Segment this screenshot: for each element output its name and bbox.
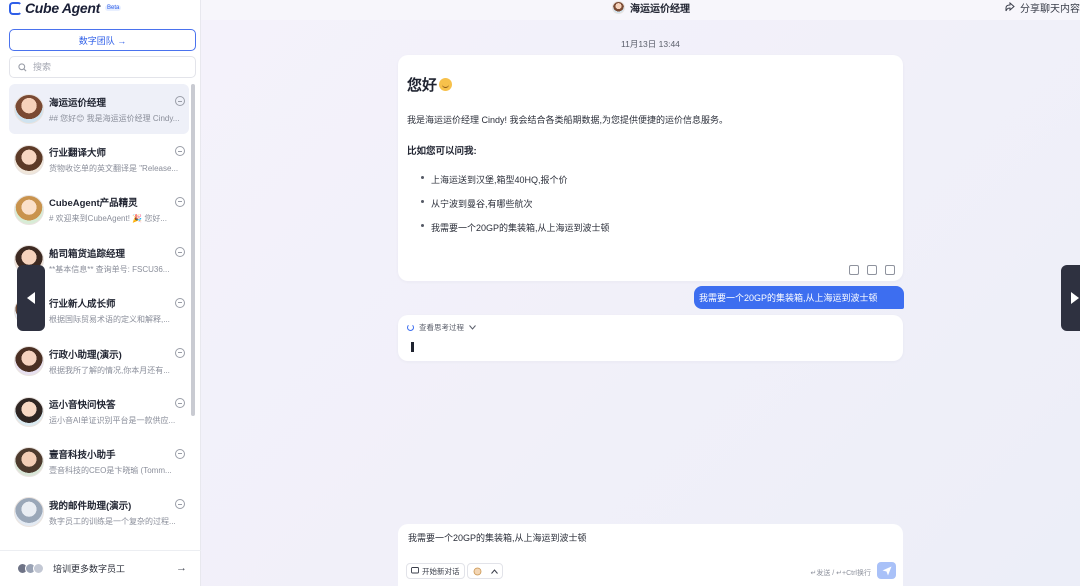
more-icon[interactable] xyxy=(175,448,185,459)
avatar xyxy=(14,346,44,377)
agent-name: 壹音科技小助手 xyxy=(49,450,116,462)
next-page-button[interactable] xyxy=(1061,265,1080,331)
agent-item[interactable]: 我的邮件助理(演示) 数字员工的训练是一个复杂的过程... xyxy=(9,487,189,537)
message-input[interactable]: 我需要一个20GP的集装箱,从上海运到波士顿 xyxy=(408,531,587,544)
digital-team-label: 数字团队 → xyxy=(78,35,127,46)
agent-avatar-stack xyxy=(17,563,44,574)
assistant-welcome-message: 您好 我是海运运价经理 Cindy! 我会结合各类船期数据,为您提供便捷的运价信… xyxy=(398,55,903,281)
message-actions xyxy=(849,265,895,275)
agent-preview: **基本信息** 查询单号: FSCU36... xyxy=(49,264,170,274)
user-message-text: 我需要一个20GP的集装箱,从上海运到波士顿 xyxy=(699,293,878,303)
agent-item[interactable]: 运小音快问快答 运小音AI单证识别平台是一款供应... xyxy=(9,386,189,436)
chat-title-text: 海运运价经理 xyxy=(630,3,690,15)
suggested-question[interactable]: 我需要一个20GP的集装箱,从上海运到波士顿 xyxy=(421,221,610,245)
suggested-question[interactable]: 上海运送到汉堡,箱型40HQ,报个价 xyxy=(421,173,610,197)
thumbs-down-icon[interactable] xyxy=(885,265,895,275)
agent-name: 海运运价经理 xyxy=(49,97,107,109)
agent-preview: 壹音科技的CEO是卞晓瑜 (Tomm... xyxy=(49,466,172,476)
greeting-text: 您好 xyxy=(407,77,438,94)
agent-item[interactable]: 壹音科技小助手 壹音科技的CEO是卞晓瑜 (Tomm... xyxy=(9,437,189,487)
chat-title: 海运运价经理 xyxy=(612,0,690,15)
tool-selector[interactable] xyxy=(467,563,503,579)
new-chat-button[interactable]: 开始新对话 xyxy=(406,563,465,579)
smile-emoji-icon xyxy=(439,78,453,91)
agent-preview: 货物收讫单的英文翻译是 "Release... xyxy=(49,164,179,174)
app-logo[interactable]: Cube Agent Beta xyxy=(9,0,122,16)
chat-bubble-icon xyxy=(411,567,419,574)
avatar xyxy=(14,94,44,125)
greeting-heading: 您好 xyxy=(407,74,453,95)
new-chat-label: 开始新对话 xyxy=(422,566,460,576)
avatar xyxy=(14,194,44,225)
paper-plane-icon xyxy=(882,566,891,575)
chat-header: 海运运价经理 分享聊天内容 xyxy=(201,0,1080,20)
avatar xyxy=(14,396,44,427)
more-icon[interactable] xyxy=(175,96,185,106)
suggested-questions: 上海运送到汉堡,箱型40HQ,报个价 从宁波到曼谷,有哪些航次 我需要一个20G… xyxy=(421,173,610,245)
agent-preview: 根据我所了解的情况,你本月还有... xyxy=(49,365,170,375)
agent-preview: 运小音AI单证识别平台是一款供应... xyxy=(49,416,176,426)
app-name: Cube Agent xyxy=(25,0,101,16)
more-icon[interactable] xyxy=(175,347,185,358)
assistant-response-message: 查看思考过程 xyxy=(398,315,903,361)
search-box[interactable] xyxy=(9,56,196,78)
sidebar-scrollbar[interactable] xyxy=(191,84,195,416)
triangle-left-icon xyxy=(27,292,35,304)
avatar xyxy=(612,0,625,14)
search-icon xyxy=(18,62,27,71)
agent-name: 我的邮件助理(演示) xyxy=(49,500,132,512)
agent-name: 行业新人成长师 xyxy=(49,299,116,311)
share-chat-label: 分享聊天内容 xyxy=(1020,3,1080,15)
avatar xyxy=(14,446,44,477)
agent-item[interactable]: CubeAgent产品精灵 # 欢迎来到CubeAgent! 🎉 您好... xyxy=(9,185,189,235)
cube-logo-icon xyxy=(9,1,22,15)
agent-preview: 数字员工的训练是一个复杂的过程... xyxy=(49,516,176,526)
thumbs-up-icon[interactable] xyxy=(867,265,877,275)
digital-team-button[interactable]: 数字团队 → xyxy=(9,29,196,51)
share-icon xyxy=(1005,2,1015,12)
agent-name: 行业翻译大师 xyxy=(49,148,107,160)
loading-spinner-icon xyxy=(407,324,414,331)
avatar xyxy=(14,144,44,175)
more-icon[interactable] xyxy=(175,196,185,207)
more-icon[interactable] xyxy=(175,297,185,308)
keyboard-hint: ↵发送 / ↵+Ctrl换行 xyxy=(810,570,871,577)
train-more-label: 培训更多数字员工 xyxy=(53,564,126,574)
agent-item[interactable]: 行业翻译大师 货物收讫单的英文翻译是 "Release... xyxy=(9,134,189,184)
view-thinking-toggle[interactable]: 查看思考过程 xyxy=(407,322,476,333)
tool-icon xyxy=(473,567,481,575)
send-button[interactable] xyxy=(877,562,896,579)
agent-preview: ## 您好😊 我是海运运价经理 Cindy... xyxy=(49,113,180,123)
typing-cursor xyxy=(411,342,414,352)
assistant-intro: 我是海运运价经理 Cindy! 我会结合各类船期数据,为您提供便捷的运价信息服务… xyxy=(407,115,729,125)
message-composer: 我需要一个20GP的集装箱,从上海运到波士顿 开始新对话 ↵发送 / ↵+Ctr… xyxy=(398,524,903,586)
agent-preview: 根据国际贸易术语的定义和解释,... xyxy=(49,315,170,325)
train-more-agents-button[interactable]: 培训更多数字员工 → xyxy=(0,550,201,586)
suggestions-heading: 比如您可以问我: xyxy=(407,146,477,157)
chevron-up-icon xyxy=(490,568,498,574)
chat-main: 海运运价经理 分享聊天内容 11月13日 13:44 您好 我是海运运价经理 C… xyxy=(201,0,1080,586)
message-timestamp: 11月13日 13:44 xyxy=(621,39,680,49)
arrow-right-icon: → xyxy=(176,562,187,574)
triangle-right-icon xyxy=(1071,292,1079,304)
copy-icon[interactable] xyxy=(849,265,859,275)
chevron-down-icon xyxy=(469,325,476,330)
previous-page-button[interactable] xyxy=(17,265,45,331)
agent-name: 船司箱货追踪经理 xyxy=(49,248,126,260)
beta-badge: Beta xyxy=(105,5,122,11)
thinking-label: 查看思考过程 xyxy=(419,323,464,332)
agent-item[interactable]: 海运运价经理 ## 您好😊 我是海运运价经理 Cindy... xyxy=(9,84,189,135)
agent-name: 运小音快问快答 xyxy=(49,400,116,412)
search-input[interactable] xyxy=(33,62,183,72)
agent-name: 行政小助理(演示) xyxy=(49,349,122,361)
agent-preview: # 欢迎来到CubeAgent! 🎉 您好... xyxy=(49,214,167,224)
user-message: 我需要一个20GP的集装箱,从上海运到波士顿 xyxy=(694,286,904,309)
suggested-question[interactable]: 从宁波到曼谷,有哪些航次 xyxy=(421,197,610,221)
agent-name: CubeAgent产品精灵 xyxy=(49,198,138,210)
avatar xyxy=(14,497,44,528)
share-chat-button[interactable]: 分享聊天内容 xyxy=(1005,0,1080,15)
agent-item[interactable]: 行政小助理(演示) 根据我所了解的情况,你本月还有... xyxy=(9,336,189,386)
